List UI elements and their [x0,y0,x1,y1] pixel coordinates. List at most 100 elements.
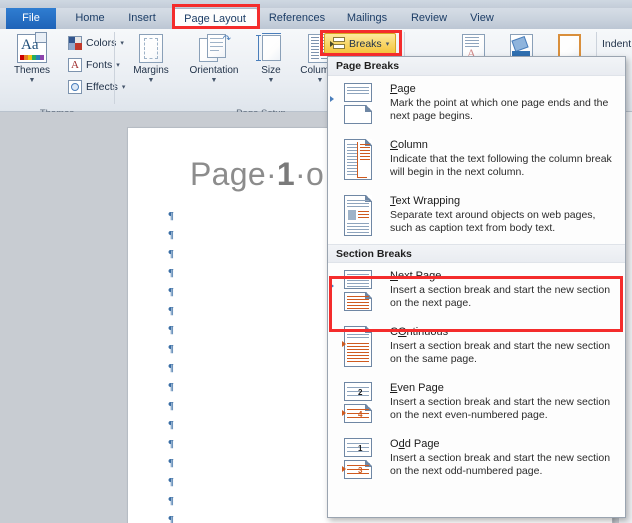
theme-fonts-caret-icon: ▾ [116,61,120,69]
themes-label: Themes [6,65,58,76]
menu-item-desc: Insert a section break and start the new… [390,284,617,310]
theme-fonts-label: Fonts [86,59,112,71]
breaks-button[interactable]: Breaks ▾ [324,33,396,54]
margins-label: Margins [124,65,178,76]
menu-item-title: COntinuous [390,326,617,339]
pilcrow-mark: ¶ [168,345,174,353]
heading-space-mark: · [266,156,277,192]
menu-item-page[interactable]: Page Mark the point at which one page en… [328,76,625,132]
tab-mailings[interactable]: Mailings [336,8,398,29]
theme-colors-button[interactable]: Colors ▾ [68,34,124,51]
breaks-dropdown-menu[interactable]: Page Breaks Page Mark the point at which… [327,56,626,518]
menu-item-title: Text Wrapping [390,195,617,208]
theme-colors-label: Colors [86,37,116,49]
tab-review[interactable]: Review [402,8,456,29]
group-separator [114,32,115,104]
pilcrow-mark: ¶ [168,364,174,372]
odd-page-number-top: 1 [358,444,362,453]
menu-item-title: Even Page [390,382,617,395]
word-window: File Home Insert Page Layout References … [0,0,632,523]
menu-item-desc: Indicate that the text following the col… [390,153,617,179]
orientation-icon: ↷ [197,33,231,65]
orientation-caret-icon: ▼ [180,77,248,84]
pilcrow-mark: ¶ [168,497,174,505]
menu-item-column[interactable]: Column Indicate that the text following … [328,132,625,188]
menu-item-title: Odd Page [390,438,617,451]
pilcrow-mark: ¶ [168,250,174,258]
size-button[interactable]: Size ▼ [250,33,292,84]
tab-insert[interactable]: Insert [118,8,166,29]
themes-button[interactable]: Aa Themes ▼ [6,33,58,84]
pilcrow-mark: ¶ [168,288,174,296]
theme-effects-button[interactable]: Effects ▾ [68,78,125,95]
pilcrow-mark: ¶ [168,459,174,467]
theme-colors-icon [68,36,82,50]
theme-fonts-icon: A [68,58,82,72]
theme-effects-icon [68,80,82,94]
pilcrow-mark: ¶ [168,326,174,334]
pilcrow-mark: ¶ [168,269,174,277]
menu-section-page-breaks: Page Breaks [328,57,625,76]
text-wrapping-break-icon [338,194,382,238]
pilcrow-mark: ¶ [168,402,174,410]
size-icon [255,33,287,65]
menu-item-desc: Insert a section break and start the new… [390,340,617,366]
margins-button[interactable]: Margins ▼ [124,33,178,84]
tab-view[interactable]: View [460,8,504,29]
page-break-icon [338,82,382,126]
paragraph-marks: ¶¶¶¶¶¶¶¶¶¶¶¶¶¶¶¶¶¶¶ [168,212,174,523]
heading-suffix: o [306,156,324,192]
selection-marker-icon [330,283,334,289]
indent-label: Indent [602,38,631,50]
size-label: Size [250,65,292,76]
pilcrow-mark: ¶ [168,231,174,239]
column-break-icon [338,138,382,182]
menu-item-desc: Separate text around objects on web page… [390,209,617,235]
menu-item-next-page[interactable]: Next Page Insert a section break and sta… [328,263,625,319]
pilcrow-mark: ¶ [168,307,174,315]
menu-item-title: Page [390,83,617,96]
pilcrow-mark: ¶ [168,516,174,523]
theme-fonts-button[interactable]: A Fonts ▾ [68,56,120,73]
tab-references[interactable]: References [262,8,332,29]
tab-home[interactable]: Home [64,8,116,29]
document-heading: Page·1·o [190,156,324,193]
odd-page-number-bottom: 3 [358,466,362,475]
next-page-break-icon [338,269,382,313]
continuous-break-icon [338,325,382,369]
menu-item-even-page[interactable]: 2 4 Even Page Insert a section break and… [328,375,625,431]
breaks-caret-icon: ▾ [386,40,390,48]
pilcrow-mark: ¶ [168,478,174,486]
heading-space-mark-2: · [295,156,306,192]
ribbon-tab-bar: File Home Insert Page Layout References … [0,8,632,29]
heading-prefix: Page [190,156,266,192]
menu-item-title: Column [390,139,617,152]
themes-caret-icon: ▼ [6,77,58,84]
orientation-label: Orientation [180,65,248,76]
title-bar [0,0,632,8]
pilcrow-mark: ¶ [168,421,174,429]
menu-item-text-wrapping[interactable]: Text Wrapping Separate text around objec… [328,188,625,244]
pilcrow-mark: ¶ [168,212,174,220]
selection-marker-icon [330,96,334,102]
menu-item-title-rest: age [397,83,415,95]
odd-page-break-icon: 1 3 [338,437,382,481]
menu-item-continuous[interactable]: COntinuous Insert a section break and st… [328,319,625,375]
pilcrow-mark: ¶ [168,383,174,391]
even-page-break-icon: 2 4 [338,381,382,425]
breaks-label: Breaks [349,38,382,50]
margins-caret-icon: ▼ [124,77,178,84]
menu-item-desc: Insert a section break and start the new… [390,396,617,422]
menu-item-odd-page[interactable]: 1 3 Odd Page Insert a section break and … [328,431,625,487]
even-page-number-top: 2 [358,388,362,397]
tab-file[interactable]: File [6,8,56,29]
margins-icon [136,33,166,65]
pilcrow-mark: ¶ [168,440,174,448]
orientation-button[interactable]: ↷ Orientation ▼ [180,33,248,84]
menu-item-title: Next Page [390,270,617,283]
tab-page-layout[interactable]: Page Layout [172,8,258,29]
menu-section-section-breaks: Section Breaks [328,244,625,263]
breaks-icon [330,37,345,50]
themes-icon: Aa [15,33,49,65]
menu-item-desc: Mark the point at which one page ends an… [390,97,617,123]
